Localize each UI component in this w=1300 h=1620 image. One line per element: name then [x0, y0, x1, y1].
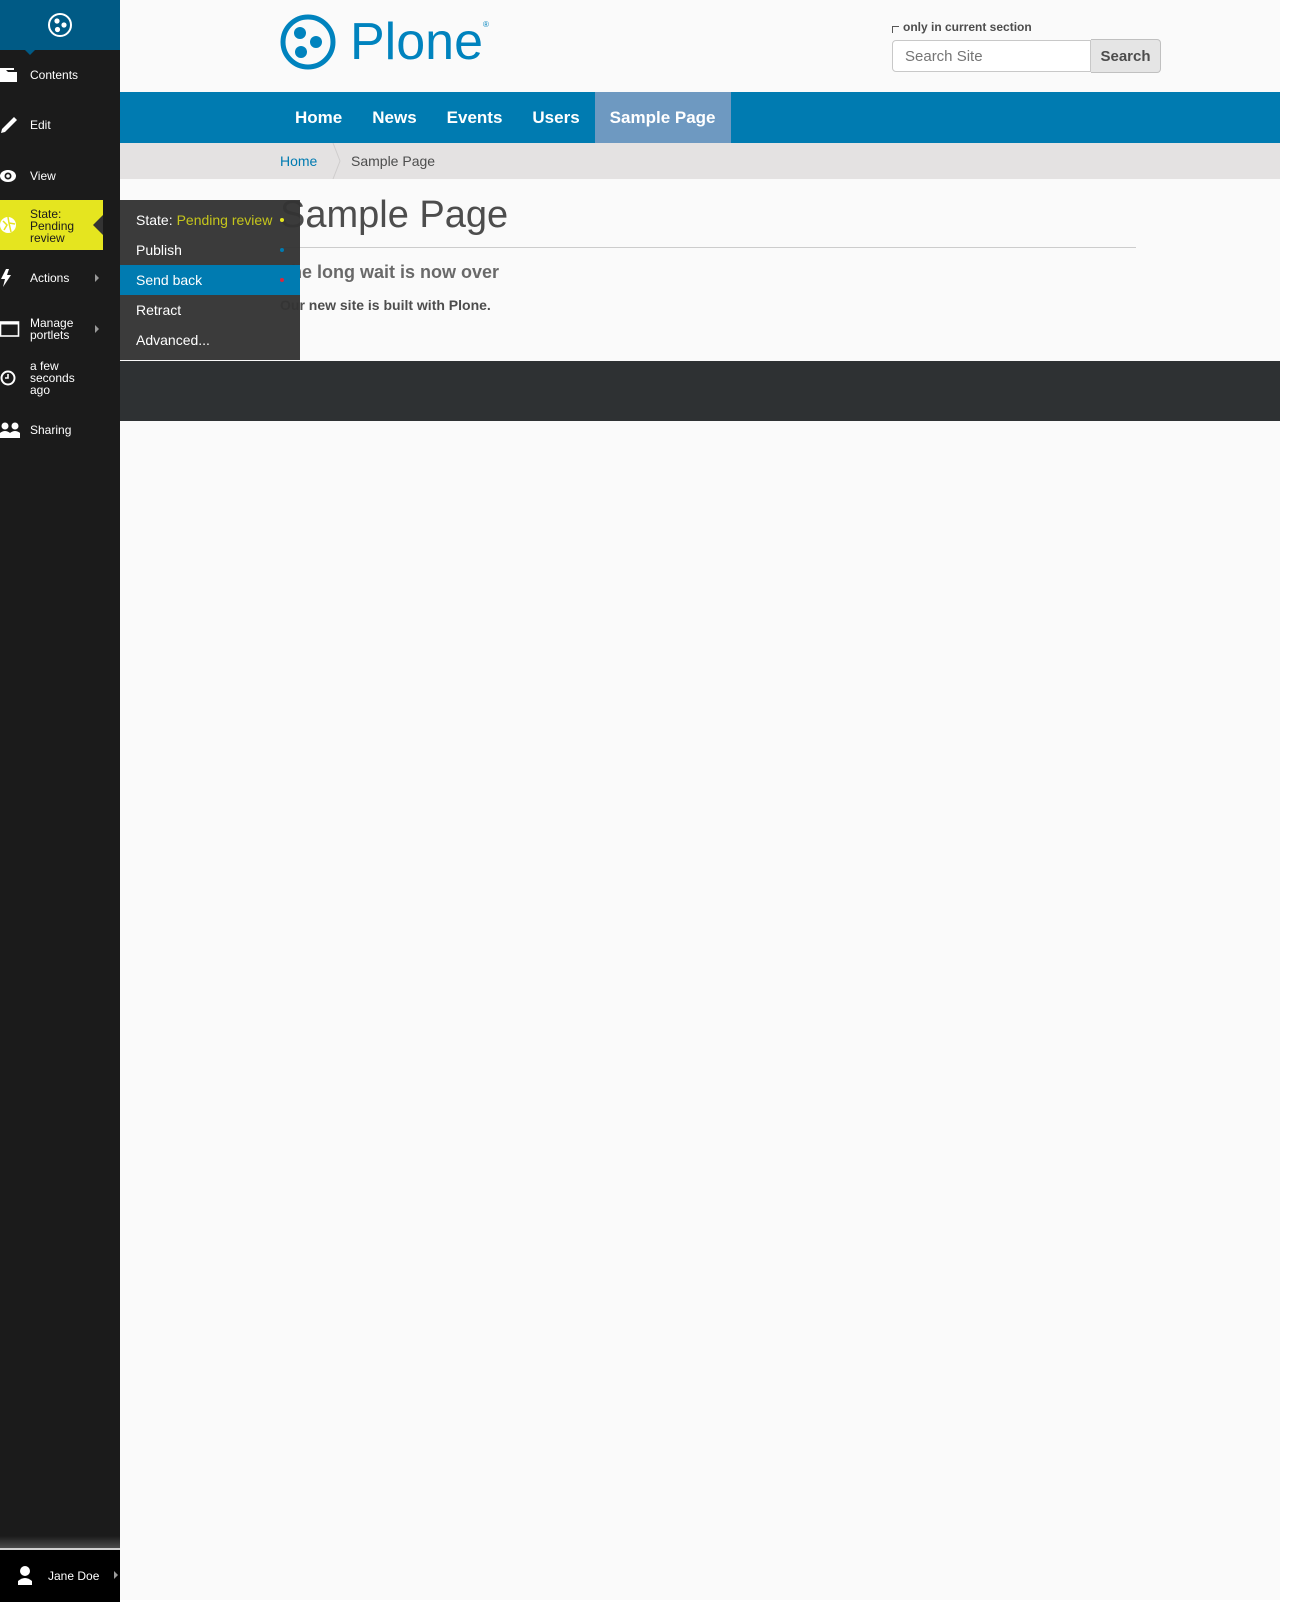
- clock-icon: [0, 370, 22, 386]
- state-dot-icon: [280, 278, 284, 282]
- user-icon: [15, 1565, 35, 1588]
- submenu-caret-icon: [95, 274, 99, 282]
- breadcrumb-home-link[interactable]: Home: [280, 153, 317, 169]
- state-menu-advanced[interactable]: Advanced...: [120, 325, 300, 355]
- toolbar-contents-label: Contents: [30, 68, 79, 82]
- nav-item-sample-page[interactable]: Sample Page: [594, 92, 731, 143]
- search-section-option[interactable]: only in current section: [892, 20, 1161, 34]
- toolbar-actions[interactable]: Actions: [0, 265, 120, 291]
- toolbar-view-label: View: [30, 169, 56, 183]
- state-dot-icon: [280, 218, 284, 222]
- plone-logo-icon: [280, 14, 336, 70]
- state-menu-state-value: Pending review: [176, 212, 273, 228]
- users-icon: [0, 422, 22, 438]
- toolbar-manage-portlets[interactable]: Manage portlets: [0, 314, 120, 344]
- state-menu: State: Pending review Publish Send back …: [120, 200, 300, 360]
- eye-icon: [0, 169, 22, 183]
- nav-item-users[interactable]: Users: [517, 92, 594, 143]
- toolbar-history[interactable]: a few seconds ago: [0, 358, 120, 398]
- state-menu-state-label: State:: [136, 212, 173, 228]
- toolbar-edit-label: Edit: [30, 118, 51, 132]
- nav-item-events[interactable]: Events: [432, 92, 518, 143]
- nav-item-news[interactable]: News: [357, 92, 431, 143]
- active-pointer-icon: [93, 215, 103, 235]
- submenu-caret-icon: [95, 325, 99, 333]
- state-menu-advanced-label: Advanced...: [136, 332, 210, 348]
- plone-toolbar-icon: [48, 13, 72, 37]
- title-divider: [280, 247, 1136, 248]
- toolbar-state-label-3: review: [30, 231, 65, 245]
- state-menu-retract-label: Retract: [136, 302, 182, 318]
- current-section-checkbox[interactable]: [892, 25, 899, 33]
- folder-icon: [0, 67, 22, 83]
- state-menu-retract[interactable]: Retract: [120, 295, 300, 325]
- state-menu-send-back[interactable]: Send back: [120, 265, 300, 295]
- page-description: The long wait is now over: [280, 262, 500, 282]
- state-menu-send-back-label: Send back: [136, 272, 203, 288]
- search-input[interactable]: [892, 40, 1091, 72]
- breadcrumb: Home Sample Page: [120, 143, 1280, 179]
- search-button[interactable]: Search: [1091, 39, 1161, 73]
- page-title: Sample Page: [280, 194, 509, 236]
- portlet-icon: [0, 321, 22, 337]
- user-name: Jane Doe: [48, 1569, 100, 1583]
- toolbar-sharing-label: Sharing: [30, 423, 72, 437]
- state-menu-publish[interactable]: Publish: [120, 235, 300, 265]
- breadcrumb-current: Sample Page: [351, 153, 436, 169]
- global-navigation: Home News Events Users Sample Page: [120, 92, 1280, 143]
- toolbar-history-label-3: ago: [30, 383, 51, 397]
- site-footer: [120, 361, 1280, 421]
- search-form: only in current section Search: [892, 20, 1161, 73]
- logo-text: Plone: [350, 13, 483, 71]
- breadcrumb-separator-icon: [332, 143, 341, 179]
- toolbar-actions-label: Actions: [30, 271, 70, 285]
- toolbar-sharing[interactable]: Sharing: [0, 417, 120, 443]
- state-menu-publish-label: Publish: [136, 242, 182, 258]
- current-section-label: only in current section: [903, 20, 1032, 34]
- logo-registered-mark: ®: [483, 19, 489, 29]
- toolbar-state[interactable]: State: Pending review: [0, 200, 103, 250]
- state-icon: [0, 216, 22, 234]
- submenu-caret-icon: [114, 1571, 118, 1579]
- page-body-text: Our new site is built with Plone.: [280, 297, 491, 313]
- toolbar-contents[interactable]: Contents: [0, 62, 120, 88]
- edit-toolbar: Contents Edit View State: Pending review…: [0, 0, 120, 1602]
- toolbar-edit[interactable]: Edit: [0, 112, 120, 138]
- pencil-icon: [0, 116, 22, 134]
- state-dot-icon: [280, 248, 284, 252]
- toolbar-view[interactable]: View: [0, 163, 120, 189]
- toolbar-logo-button[interactable]: [0, 0, 120, 55]
- state-menu-current: State: Pending review: [120, 205, 300, 235]
- toolbar-manage-label-2: portlets: [30, 328, 70, 342]
- bolt-icon: [0, 269, 22, 287]
- site-logo[interactable]: Plone ®: [280, 14, 489, 70]
- toolbar-user-menu[interactable]: Jane Doe: [0, 1548, 120, 1602]
- nav-item-home[interactable]: Home: [280, 92, 357, 143]
